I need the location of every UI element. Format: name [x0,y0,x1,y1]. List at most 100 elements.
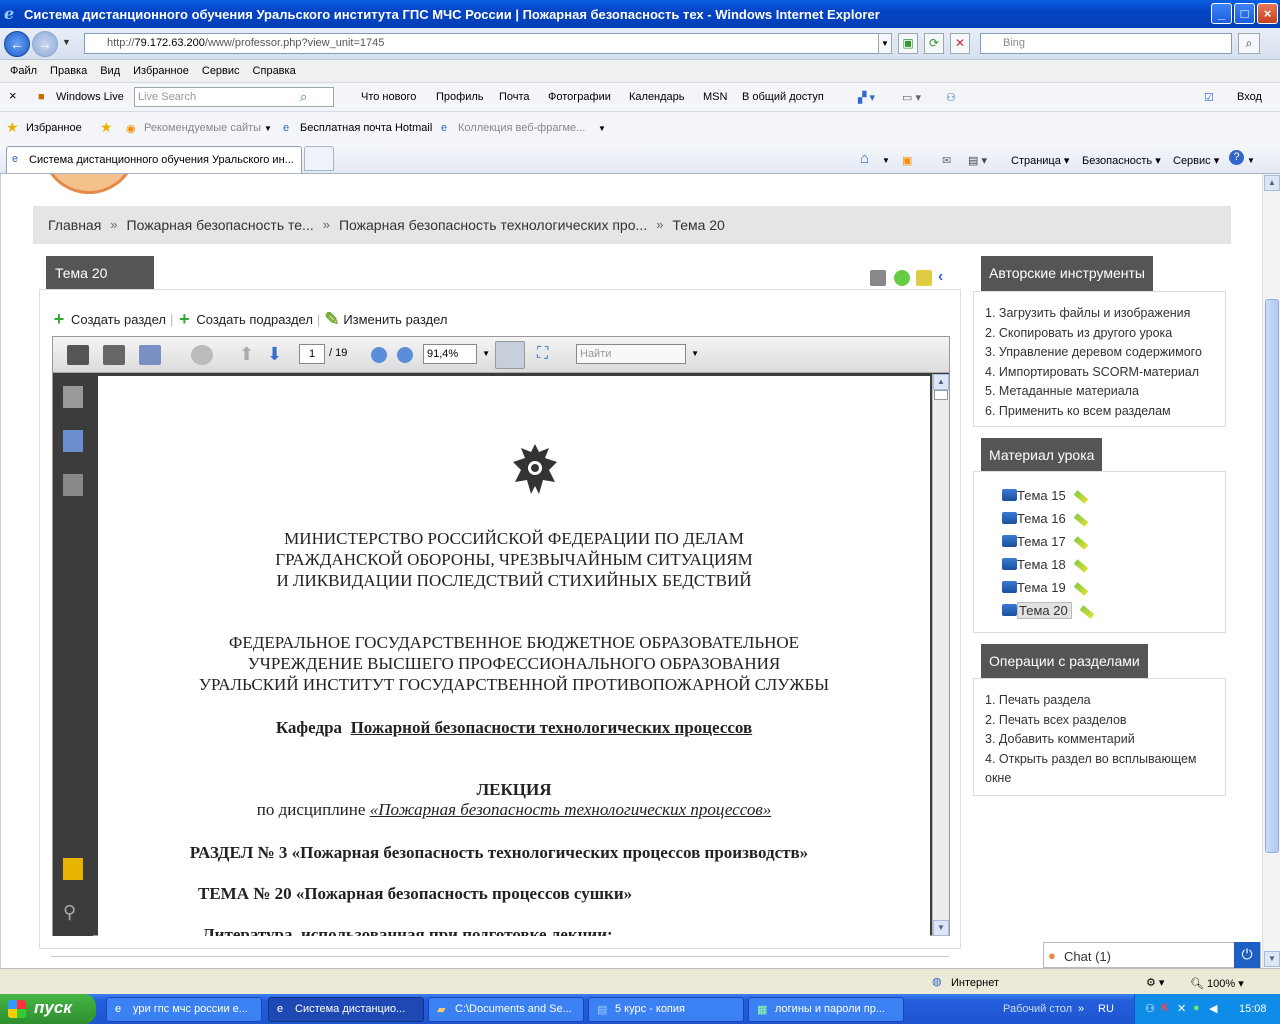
pdf-page-input[interactable]: 1 [299,344,325,364]
add-icon[interactable] [894,270,910,286]
live-link-profile[interactable]: Профиль [436,91,484,103]
menu-edit[interactable]: Правка [50,65,87,77]
zoom-out-icon[interactable] [371,347,387,363]
breadcrumb-course[interactable]: Пожарная безопасность те... [127,217,314,244]
compat-view-icon[interactable]: ▣ [898,33,918,54]
scroll-up-icon[interactable]: ▲ [933,374,949,390]
fit-width-icon[interactable] [495,341,525,369]
print-lesson-icon[interactable] [870,270,886,286]
address-input[interactable]: http://79.172.63.200/www/professor.php?v… [84,33,892,54]
pencil-icon[interactable] [1073,489,1088,504]
tools-menu[interactable]: Сервис ▾ [1173,154,1219,167]
author-tool-scorm[interactable]: 4. Импортировать SCORM-материал [985,363,1225,383]
attachment-icon[interactable]: ⚲ [63,902,83,924]
taskbar-item[interactable]: ▤ 5 курс - копия [588,997,744,1022]
pdf-print-icon[interactable] [67,345,89,365]
chevron-down-icon[interactable]: ▼ [1247,156,1255,165]
read-mail-icon[interactable]: ✉ [942,154,951,167]
op-add-comment[interactable]: 3. Добавить комментарий [985,730,1225,750]
author-tool-tree[interactable]: 3. Управление деревом содержимого [985,343,1225,363]
menu-help[interactable]: Справка [253,65,296,77]
messenger-icon[interactable]: ▞ ▾ [858,91,875,104]
material-item[interactable]: Тема 19 [974,577,1225,600]
pencil-icon[interactable] [1073,581,1088,596]
fav-suggested-sites[interactable]: Рекомендуемые сайты [144,122,261,134]
checkbox-icon[interactable]: ☑ [1204,91,1214,104]
comments-icon[interactable] [63,858,83,880]
home-icon[interactable]: ⌂ [860,150,869,167]
refresh-icon[interactable]: ⟳ [924,33,944,54]
zoom-level[interactable]: 🔍︎ 100% ▾ [1190,977,1244,990]
author-tool-copy[interactable]: 2. Скопировать из другого урока [985,324,1225,344]
tray-icon[interactable]: ● [1193,1002,1200,1014]
safety-menu[interactable]: Безопасность ▾ [1082,154,1161,167]
favorites-star-icon[interactable]: ★ [6,119,19,136]
minimize-button[interactable]: _ [1211,3,1232,24]
author-tool-upload[interactable]: 1. Загрузить файлы и изображения [985,304,1225,324]
mail-icon[interactable]: ▭ ▾ [902,91,921,104]
tab-active[interactable]: e Система дистанционного обучения Уральс… [6,146,302,173]
pencil-icon[interactable] [1073,512,1088,527]
address-dropdown-icon[interactable]: ▼ [878,33,892,54]
pdf-scrollbar[interactable]: ▲ ▼ [932,374,949,936]
chevron-down-icon[interactable]: ▼ [264,124,272,133]
add-favorite-icon[interactable]: ★ [100,119,113,136]
protected-mode-icon[interactable]: ⚙ ▾ [1146,976,1164,989]
search-icon[interactable]: ⌕ [1238,33,1260,54]
language-indicator[interactable]: RU [1098,1003,1114,1015]
taskbar-item[interactable]: e ури гпс мчс россии е... [106,997,262,1022]
pdf-zoom-select[interactable]: 91,4% ▼ [423,344,490,364]
menu-tools[interactable]: Сервис [202,65,240,77]
chevron-double-right-icon[interactable]: » [1078,1003,1084,1015]
search-input[interactable]: Bing [980,33,1232,54]
taskbar-item[interactable]: ▦ логины и пароли пр... [748,997,904,1022]
page-scrollbar[interactable]: ▲ ▼ [1262,174,1280,968]
print-icon[interactable]: ▤ ▾ [968,154,987,167]
breadcrumb-module[interactable]: Пожарная безопасность технологических пр… [339,217,647,244]
pdf-save-icon[interactable] [103,345,125,365]
material-item[interactable]: Тема 17 [974,531,1225,554]
fit-page-icon[interactable]: ⛶ [537,345,559,365]
maximize-button[interactable]: □ [1234,3,1255,24]
search-binoculars-icon[interactable] [63,474,83,496]
scroll-down-icon[interactable]: ▼ [1264,951,1280,967]
volume-icon[interactable]: ◀ [1209,1002,1217,1015]
live-link-photos[interactable]: Фотографии [548,91,611,103]
edit-section-button[interactable]: Изменить раздел [343,312,447,327]
taskbar-item-active[interactable]: e Система дистанцио... [268,997,424,1022]
pdf-comment-icon[interactable] [191,345,213,365]
pencil-icon[interactable] [1079,604,1094,619]
scroll-up-icon[interactable]: ▲ [1264,175,1280,191]
create-subsection-button[interactable]: Создать подраздел [196,312,313,327]
menu-favorites[interactable]: Избранное [133,65,189,77]
material-item[interactable]: Тема 16 [974,508,1225,531]
signin-link[interactable]: Вход [1237,91,1262,103]
new-tab-button[interactable] [304,146,334,171]
people-icon[interactable]: ⚇ [946,91,956,104]
note-add-icon[interactable] [916,270,932,286]
pdf-scroll-thumb[interactable] [934,390,948,400]
pdf-next-page-icon[interactable]: ⬇ [267,345,289,365]
menu-file[interactable]: Файл [10,65,37,77]
live-link-whats-new[interactable]: Что нового [361,91,416,103]
breadcrumb-home[interactable]: Главная [48,217,101,244]
page-menu[interactable]: Страница ▾ [1011,154,1069,167]
live-search-go-icon[interactable]: ⌕ [300,89,307,105]
live-link-calendar[interactable]: Календарь [629,91,685,103]
chevron-left-icon[interactable]: ‹ [938,269,954,286]
pdf-prev-page-icon[interactable]: ⬆ [239,345,261,365]
zoom-in-icon[interactable] [397,347,413,363]
fav-hotmail[interactable]: Бесплатная почта Hotmail [300,122,432,134]
history-dropdown-icon[interactable]: ▼ [62,37,71,47]
live-link-share[interactable]: В общий доступ [742,91,824,103]
op-open-popup[interactable]: 4. Открыть раздел во всплывающем окне [985,750,1225,789]
op-print-section[interactable]: 1. Печать раздела [985,691,1225,711]
help-icon[interactable]: ? [1229,150,1244,165]
material-item[interactable]: Тема 15 [974,485,1225,508]
pdf-share-icon[interactable] [139,345,161,365]
author-tool-apply-all[interactable]: 6. Применить ко всем разделам [985,402,1225,422]
site-logo[interactable] [41,174,137,194]
fav-web-slice-gallery[interactable]: Коллекция веб-фрагме... [458,122,585,134]
pdf-find-input[interactable]: Найти ▼ [576,344,699,364]
taskbar-item[interactable]: ▰ C:\Documents and Se... [428,997,584,1022]
